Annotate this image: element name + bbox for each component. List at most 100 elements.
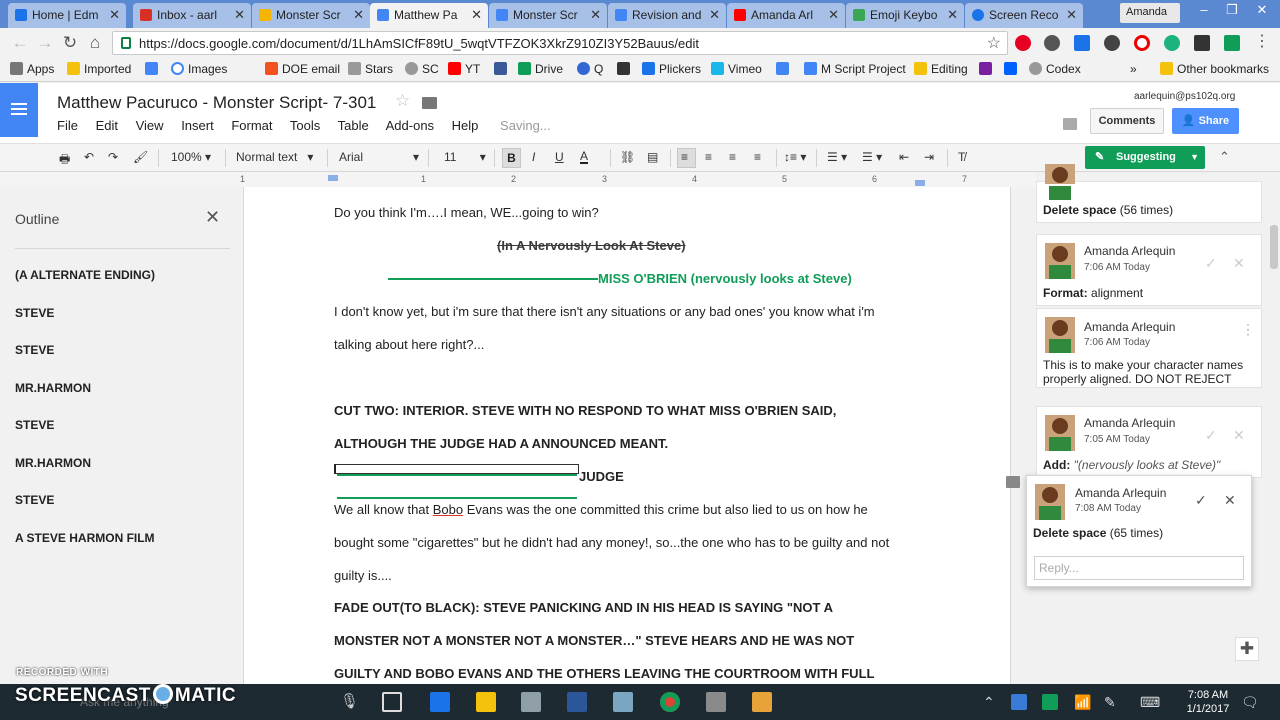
bookmark-images[interactable]: Images xyxy=(171,62,227,76)
pen-icon[interactable]: ✎ xyxy=(1104,694,1116,711)
close-icon[interactable]: ✕ xyxy=(590,7,601,23)
suggested-insertion[interactable]: MISS O'BRIEN (nervously looks at Steve) xyxy=(598,271,852,286)
share-button[interactable]: 👤 Share xyxy=(1172,108,1239,134)
microphone-icon[interactable]: 🎙 xyxy=(340,692,360,712)
paragraph[interactable]: We all know that Bobo Evans was the one … xyxy=(334,502,868,517)
menu-tools[interactable]: Tools xyxy=(290,118,320,133)
link-icon[interactable]: ⛓ xyxy=(620,150,635,164)
numbered-list-icon[interactable]: ☰ ▾ xyxy=(827,150,847,164)
home-icon[interactable]: ⌂ xyxy=(85,33,105,53)
folder-icon[interactable] xyxy=(422,97,437,109)
battery-icon[interactable] xyxy=(1042,694,1058,710)
suggesting-mode-button[interactable]: ✎ Suggesting ▼ xyxy=(1085,146,1205,169)
menu-addons[interactable]: Add-ons xyxy=(386,118,434,133)
screencast-o-matic-icon[interactable] xyxy=(752,692,772,712)
bookmark-sc[interactable]: SC xyxy=(405,62,439,76)
suggestion-card[interactable]: Amanda Arlequin 7:06 AM Today ✓ ✕ Format… xyxy=(1036,234,1262,306)
app-icon[interactable] xyxy=(706,692,726,712)
outline-item[interactable]: STEVE xyxy=(15,418,54,432)
paragraph[interactable]: I don't know yet, but i'm sure that ther… xyxy=(334,304,875,319)
add-comment-icon[interactable]: ✚ xyxy=(1235,637,1259,661)
reject-icon[interactable]: ✕ xyxy=(1233,427,1245,444)
clear-formatting-icon[interactable]: T̸ xyxy=(958,150,965,164)
outline-item[interactable]: A STEVE HARMON FILM xyxy=(15,531,155,545)
character-name[interactable]: JUDGE xyxy=(579,469,624,484)
paint-format-icon[interactable]: 🖌 xyxy=(133,150,148,164)
opera-icon[interactable] xyxy=(1134,35,1150,51)
bookmark-stars[interactable]: Stars xyxy=(348,62,393,76)
menu-insert[interactable]: Insert xyxy=(181,118,214,133)
extension-icon[interactable] xyxy=(1164,35,1180,51)
address-bar[interactable]: https://docs.google.com/document/d/1LhAm… xyxy=(112,31,1008,55)
menu-table[interactable]: Table xyxy=(338,118,369,133)
print-icon[interactable]: 🖶 xyxy=(59,150,70,171)
bulleted-list-icon[interactable]: ☰ ▾ xyxy=(862,150,882,164)
bookmark-other[interactable]: Other bookmarks xyxy=(1160,62,1269,76)
align-center-icon[interactable]: ≡ xyxy=(705,150,712,164)
chevron-up-icon[interactable]: ⌃ xyxy=(983,694,995,711)
bookmark-drive[interactable]: Drive xyxy=(518,62,563,76)
line-spacing-icon[interactable]: ↕≡ ▾ xyxy=(784,150,806,164)
comment-card[interactable]: Amanda Arlequin 7:06 AM Today ⋮ This is … xyxy=(1036,308,1262,388)
extension-icon[interactable] xyxy=(1044,35,1060,51)
file-explorer-icon[interactable] xyxy=(476,692,496,712)
style-select[interactable]: Normal text ▾ xyxy=(236,150,313,164)
accept-icon[interactable]: ✓ xyxy=(1205,255,1217,272)
outline-item[interactable]: MR.HARMON xyxy=(15,381,91,395)
extension-icon[interactable] xyxy=(1104,35,1120,51)
task-view-icon[interactable] xyxy=(382,692,402,712)
extension-icon[interactable] xyxy=(1074,35,1090,51)
font-select[interactable]: Arial ▾ xyxy=(339,150,419,164)
accept-icon[interactable]: ✓ xyxy=(1195,492,1207,509)
bookmark-star-icon[interactable]: ☆ xyxy=(987,33,1001,53)
word-icon[interactable] xyxy=(567,692,587,712)
outline-item[interactable]: STEVE xyxy=(15,306,54,320)
edge-icon[interactable] xyxy=(430,692,450,712)
document-title[interactable]: Matthew Pacuruco - Monster Script- 7-301 xyxy=(57,93,376,113)
paragraph[interactable]: guilty is.... xyxy=(334,568,392,583)
accept-icon[interactable]: ✓ xyxy=(1205,427,1217,444)
browser-tab-active[interactable]: Matthew Pa ✕ xyxy=(370,3,488,28)
browser-tab[interactable]: Screen Reco ✕ xyxy=(965,3,1083,28)
browser-tab[interactable]: Monster Scr ✕ xyxy=(489,3,607,28)
pinterest-icon[interactable] xyxy=(1015,35,1031,51)
browser-tab[interactable]: Inbox - aarl ✕ xyxy=(133,3,251,28)
menu-help[interactable]: Help xyxy=(452,118,479,133)
browser-tab[interactable]: Amanda Arl ✕ xyxy=(727,3,845,28)
decrease-indent-icon[interactable]: ⇤ xyxy=(899,150,909,164)
suggestion-card[interactable]: Amanda Arlequin 7:05 AM Today ✓ ✕ Add: "… xyxy=(1036,406,1262,478)
collapse-toolbar-icon[interactable]: ⌃ xyxy=(1219,149,1230,165)
bookmark-codex[interactable]: Codex xyxy=(1029,62,1081,76)
close-icon[interactable]: ✕ xyxy=(828,7,839,23)
close-window-icon[interactable]: ✕ xyxy=(1248,2,1276,18)
font-size-select[interactable]: 11 ▾ xyxy=(444,150,486,164)
extension-icon[interactable] xyxy=(1224,35,1240,51)
browser-tab[interactable]: Revision and ✕ xyxy=(608,3,726,28)
bookmark-dropbox[interactable] xyxy=(1004,62,1021,76)
bookmark-yt[interactable]: YT xyxy=(448,62,480,76)
bookmark-m-script-project[interactable]: M Script Project xyxy=(804,62,906,76)
close-icon[interactable]: ✕ xyxy=(1066,7,1077,23)
browser-tab[interactable]: Home | Edm ✕ xyxy=(8,3,126,28)
menu-file[interactable]: File xyxy=(57,118,78,133)
italic-button[interactable]: I xyxy=(532,150,535,164)
menu-icon[interactable]: ⋮ xyxy=(1254,34,1270,51)
outline-item[interactable]: STEVE xyxy=(15,493,54,507)
outline-item[interactable]: MR.HARMON xyxy=(15,456,91,470)
extension-icon[interactable] xyxy=(1194,35,1210,51)
reload-icon[interactable]: ↻ xyxy=(60,33,80,53)
app-icon[interactable] xyxy=(521,692,541,712)
maximize-icon[interactable]: ❐ xyxy=(1218,2,1246,18)
forward-icon[interactable]: → xyxy=(35,33,55,53)
comment-indicator-icon[interactable] xyxy=(1006,476,1020,488)
suggestion-card[interactable]: Delete space (56 times) xyxy=(1036,164,1262,223)
outline-item[interactable]: (A ALTERNATE ENDING) xyxy=(15,268,155,282)
notifications-icon[interactable]: 🗨 xyxy=(1241,694,1259,711)
browser-tab[interactable]: Monster Scr ✕ xyxy=(252,3,370,28)
paragraph[interactable]: CUT TWO: INTERIOR. STEVE WITH NO RESPOND… xyxy=(334,403,836,418)
outline-item[interactable]: STEVE xyxy=(15,343,54,357)
menu-edit[interactable]: Edit xyxy=(96,118,118,133)
ruler[interactable]: 1 1 2 3 4 5 6 7 xyxy=(0,172,1036,187)
paragraph[interactable]: talking about here right?... xyxy=(334,337,484,352)
document-page[interactable]: Do you think I'm….I mean, WE...going to … xyxy=(243,187,1011,684)
